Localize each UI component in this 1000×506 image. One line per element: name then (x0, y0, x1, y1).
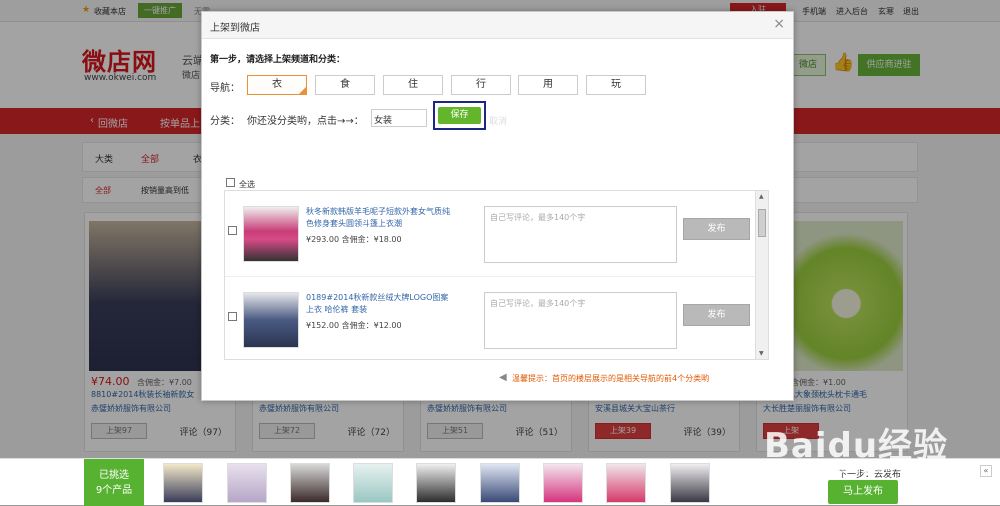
publish-now-button[interactable]: 马上发布 (828, 480, 898, 504)
product-price: ¥152.00 含佣金：¥12.00 (306, 321, 402, 330)
shelf-modal: 上架到微店 × 第一步，请选择上架频道和分类： 导航： 衣 食 住 行 用 玩 … (201, 11, 794, 401)
watermark-url: jingyan.baidu.com (773, 462, 893, 477)
step-instruction: 第一步，请选择上架频道和分类： (210, 55, 346, 65)
select-all-checkbox[interactable] (226, 178, 235, 187)
publish-button[interactable]: 发布 (683, 218, 750, 240)
product-thumbnail[interactable] (243, 292, 299, 348)
selected-thumbnail[interactable] (480, 463, 520, 503)
nav-label: 导航： (210, 83, 240, 94)
nav-option-clothing[interactable]: 衣 (247, 75, 307, 95)
selected-thumbnail[interactable] (670, 463, 710, 503)
list-scrollbar[interactable]: ▲ ▼ (755, 191, 768, 359)
item-checkbox[interactable] (228, 312, 237, 321)
collapse-icon[interactable]: « (980, 465, 992, 477)
watermark-brand: Baidu经验 (764, 426, 949, 466)
product-title[interactable]: 0189#2014秋新款丝绒大牌LOGO图案上衣 哈伦裤 套装 (306, 292, 456, 316)
picked-line2: 9个产品 (95, 485, 133, 496)
tip-text: 温馨提示：首页的楼层展示的是相关导航的前4个分类哟 (512, 374, 710, 383)
selected-thumbnail[interactable] (416, 463, 456, 503)
selected-thumbnail[interactable] (227, 463, 267, 503)
nav-option-food[interactable]: 食 (315, 75, 375, 95)
nav-option-travel[interactable]: 行 (451, 75, 511, 95)
publish-button[interactable]: 发布 (683, 304, 750, 326)
item-checkbox[interactable] (228, 226, 237, 235)
selected-thumbnail[interactable] (163, 463, 203, 503)
scroll-up-icon[interactable]: ▲ (759, 193, 764, 200)
select-all-label[interactable]: 全选 (239, 179, 255, 190)
close-icon[interactable]: × (773, 16, 785, 32)
picked-line1: 已挑选 (99, 470, 129, 481)
nav-option-use[interactable]: 用 (518, 75, 578, 95)
comment-textarea[interactable]: 自己写评论，最多140个字 (484, 292, 677, 349)
selected-thumbnail[interactable] (353, 463, 393, 503)
selected-thumbnail[interactable] (606, 463, 646, 503)
save-highlight: 保存 (433, 101, 486, 130)
scroll-down-icon[interactable]: ▼ (759, 350, 764, 357)
product-title[interactable]: 秋冬新款韩版羊毛呢子短款外套女气质纯色修身套头圆领斗篷上衣潮 (306, 206, 456, 230)
category-label: 分类： (210, 116, 240, 127)
scrollbar-thumb[interactable] (758, 209, 766, 237)
speaker-icon: ◀ (499, 372, 507, 383)
list-item: 秋冬新款韩版羊毛呢子短款外套女气质纯色修身套头圆领斗篷上衣潮 ¥293.00 含… (225, 191, 755, 277)
modal-header: 上架到微店 × (202, 12, 793, 39)
comment-textarea[interactable]: 自己写评论，最多140个字 (484, 206, 677, 263)
cancel-link[interactable]: 取消 (489, 114, 507, 127)
product-list: 秋冬新款韩版羊毛呢子短款外套女气质纯色修身套头圆领斗篷上衣潮 ¥293.00 含… (224, 190, 769, 360)
category-hint: 你还没分类哟，点击→→： (247, 116, 364, 127)
nav-option-play[interactable]: 玩 (586, 75, 646, 95)
list-item: 0189#2014秋新款丝绒大牌LOGO图案上衣 哈伦裤 套装 ¥152.00 … (225, 277, 755, 359)
selected-thumbnail[interactable] (290, 463, 330, 503)
modal-title: 上架到微店 (210, 23, 260, 34)
selected-thumbnail[interactable] (543, 463, 583, 503)
save-button[interactable]: 保存 (438, 107, 481, 124)
nav-option-housing[interactable]: 住 (383, 75, 443, 95)
product-thumbnail[interactable] (243, 206, 299, 262)
product-price: ¥293.00 含佣金：¥18.00 (306, 235, 402, 244)
category-input[interactable]: 女装 (371, 109, 427, 127)
picked-count[interactable]: 已挑选 9个产品 (84, 459, 144, 506)
